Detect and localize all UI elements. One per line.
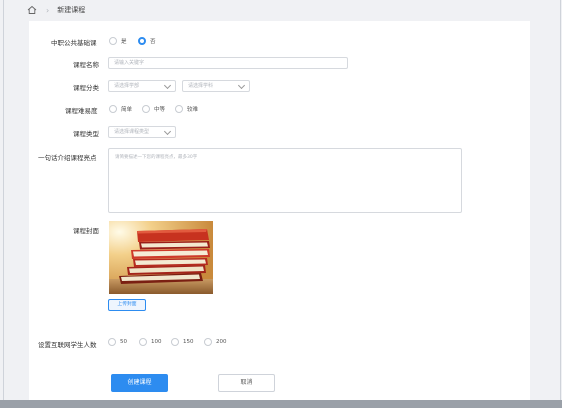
radio-circle[interactable] [108, 338, 116, 346]
upload-cover-button[interactable]: 上传封面 [108, 299, 146, 311]
chevron-down-icon [237, 81, 246, 89]
create-course-button[interactable]: 创建课程 [111, 374, 168, 392]
cover-label: 课程封面 [73, 227, 99, 235]
public-basic-no-radio[interactable]: 否 [138, 37, 156, 45]
department-select[interactable]: 请选择学部 [108, 80, 176, 92]
students-100-radio[interactable]: 100 [139, 338, 162, 346]
difficulty-hard-radio[interactable]: 较难 [175, 105, 198, 113]
radio-label: 200 [216, 339, 227, 345]
category-label: 课程分类 [73, 84, 99, 92]
radio-circle[interactable] [109, 37, 117, 45]
course-name-label: 课程名称 [73, 61, 99, 69]
radio-label: 50 [120, 339, 127, 345]
radio-circle[interactable] [171, 338, 179, 346]
difficulty-medium-radio[interactable]: 中等 [142, 105, 165, 113]
highlight-textarea[interactable]: 请简要描述一下您的课程亮点，最多30字 [108, 148, 462, 213]
bottom-bar [0, 400, 562, 408]
public-basic-yes-radio[interactable]: 是 [109, 37, 127, 45]
course-type-placeholder: 请选择课程类型 [114, 129, 150, 135]
radio-label: 100 [151, 339, 162, 345]
max-students-label: 设置互联网学生人数 [38, 341, 97, 349]
radio-circle[interactable] [142, 105, 150, 113]
books-illustration [109, 221, 213, 294]
radio-label: 否 [150, 39, 156, 45]
home-icon[interactable] [26, 4, 38, 16]
radio-circle-selected[interactable] [138, 37, 146, 45]
course-type-select[interactable]: 请选择课程类型 [108, 126, 176, 138]
breadcrumb: › 新建课程 [26, 0, 85, 20]
public-basic-label: 中职公共基础课 [51, 39, 97, 47]
radio-circle[interactable] [175, 105, 183, 113]
subject-select[interactable]: 请选择学科 [182, 80, 250, 92]
radio-circle[interactable] [139, 338, 147, 346]
difficulty-label: 课程难易度 [65, 107, 98, 115]
radio-label: 较难 [187, 107, 199, 113]
radio-label: 是 [121, 39, 127, 45]
students-50-radio[interactable]: 50 [108, 338, 127, 346]
course-name-input[interactable]: 请输入关键字 [108, 57, 348, 69]
highlight-placeholder: 请简要描述一下您的课程亮点，最多30字 [115, 155, 198, 160]
chevron-down-icon [163, 81, 172, 89]
breadcrumb-separator: › [46, 5, 50, 15]
radio-label: 中等 [154, 107, 166, 113]
chevron-down-icon [163, 127, 172, 135]
difficulty-easy-radio[interactable]: 简单 [109, 105, 132, 113]
radio-label: 150 [183, 339, 194, 345]
course-name-placeholder: 请输入关键字 [114, 60, 145, 66]
highlight-label: 一句话介绍课程亮点 [38, 154, 97, 162]
students-150-radio[interactable]: 150 [171, 338, 194, 346]
subject-select-placeholder: 请选择学科 [188, 83, 214, 89]
breadcrumb-current: 新建课程 [57, 6, 86, 14]
course-type-label: 课程类型 [73, 130, 99, 138]
cancel-button[interactable]: 取消 [218, 374, 275, 392]
department-select-placeholder: 请选择学部 [114, 83, 140, 89]
cover-image [109, 221, 213, 294]
radio-label: 简单 [121, 107, 133, 113]
radio-circle[interactable] [204, 338, 212, 346]
students-200-radio[interactable]: 200 [204, 338, 227, 346]
radio-circle[interactable] [109, 105, 117, 113]
